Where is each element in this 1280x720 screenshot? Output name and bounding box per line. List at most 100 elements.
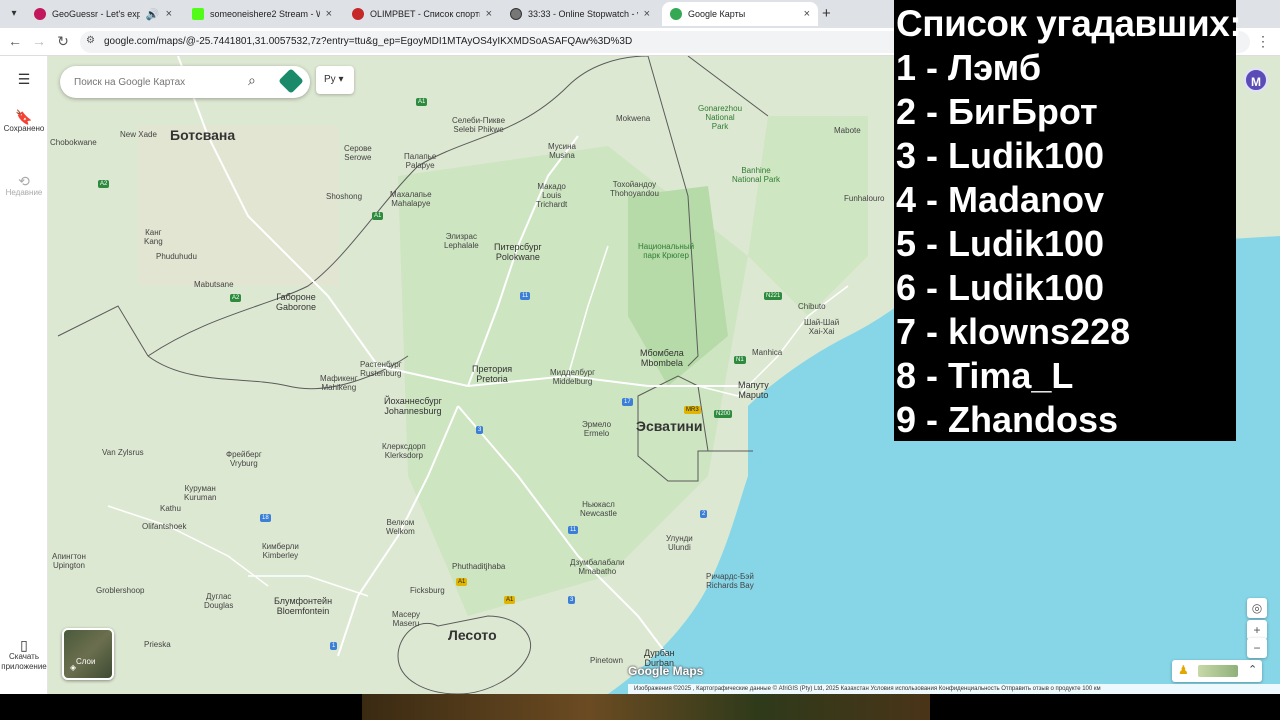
phone-icon: ▯ (20, 637, 28, 653)
zoom-in-button[interactable]: + (1247, 620, 1267, 640)
map-label-bloemfontein[interactable]: Блумфонтейн Bloemfontein (274, 596, 332, 616)
map-label-chibuto[interactable]: Chibuto (798, 302, 826, 311)
search-icon[interactable]: ⌕ (248, 72, 256, 89)
map-label-kuruman[interactable]: Куруман Kuruman (184, 484, 216, 502)
tab-search-chevron-icon[interactable]: ▾ (6, 6, 22, 22)
road-shield: 11 (568, 526, 579, 534)
tab-geoguessr[interactable]: GeoGuessr - Let's explore th 🔊 × (26, 2, 180, 26)
map-label-richards-bay[interactable]: Ричардс-Бэй Richards Bay (706, 572, 754, 590)
map-label-newcastle[interactable]: Ньюкасл Newcastle (580, 500, 617, 518)
map-label-van-zylsrus[interactable]: Van Zylsrus (102, 448, 144, 457)
road-shield: 1 (330, 642, 338, 650)
map-label-olifantshoek[interactable]: Olifantshoek (142, 522, 186, 531)
map-label-pinetown[interactable]: Pinetown (590, 656, 623, 665)
tab-stream[interactable]: someoneishere2 Stream - Watc × (184, 2, 340, 26)
map-label-mahalapye[interactable]: Махалапье Mahalapye (390, 190, 432, 208)
map-label-phuthaditjhaba[interactable]: Phuthaditjhaba (452, 562, 505, 571)
map-label-middelburg[interactable]: Мидделбург Middelburg (550, 368, 595, 386)
map-label-manhica[interactable]: Manhica (752, 348, 782, 357)
map-label-gaborone[interactable]: Габороне Gaborone (276, 292, 316, 312)
map-label-polokwane[interactable]: Питерсбург Polokwane (494, 242, 542, 262)
map-label-mabutsane[interactable]: Mabutsane (194, 280, 234, 289)
reload-icon[interactable]: ↻ (54, 33, 72, 50)
map-label-mmabatho[interactable]: Дзумбалабали Mmabatho (570, 558, 625, 576)
tab-olimpbet[interactable]: OLIMPBET - Список спортивн × (344, 2, 500, 26)
list-item: 5 - Ludik100 (896, 223, 1105, 264)
download-app-button[interactable]: ▯ Скачать приложение (0, 637, 48, 672)
map-label-groblershoop[interactable]: Groblershoop (96, 586, 144, 595)
map-label-johannesburg[interactable]: Йоханнесбург Johannesburg (384, 396, 442, 416)
map-label-musina[interactable]: Мусина Musina (548, 142, 576, 160)
map-label-selebi-phikwe[interactable]: Селеби-Пикве Selebi Phikwe (452, 116, 505, 134)
map-label-louis-trichardt[interactable]: Макадо Louis Trichardt (536, 182, 567, 209)
tab-stopwatch[interactable]: 33:33 - Online Stopwatch - vCl × (502, 2, 658, 26)
map-label-ulundi[interactable]: Улунди Ulundi (666, 534, 693, 552)
map-label-thohoyandou[interactable]: Тохойандоу Thohoyandou (610, 180, 659, 198)
map-label-mokwena[interactable]: Mokwena (616, 114, 650, 123)
map-label-palapye[interactable]: Палапье Palapye (404, 152, 436, 170)
overlay-heading: Список угадавших: (896, 3, 1242, 44)
tab-close-icon[interactable]: × (644, 8, 650, 20)
map-label-ermelo[interactable]: Эрмело Ermelo (582, 420, 611, 438)
map-label-mahikeng[interactable]: Мафикенг Mahikeng (320, 374, 358, 392)
map-label-kimberley[interactable]: Кимберли Kimberley (262, 542, 299, 560)
language-button[interactable]: Ру ▾ (316, 66, 354, 94)
expand-chevron-icon[interactable]: ⌃ (1248, 663, 1257, 676)
tab-close-icon[interactable]: × (804, 8, 810, 20)
map-label-phuduhudu[interactable]: Phuduhudu (156, 252, 197, 261)
google-maps-favicon-icon (670, 8, 682, 20)
map-label-chobokwane[interactable]: Chobokwane (50, 138, 97, 147)
new-tab-button[interactable]: + (822, 5, 831, 22)
search-input[interactable] (74, 74, 244, 90)
browser-menu-icon[interactable]: ⋮ (1256, 33, 1270, 50)
map-label-welkom[interactable]: Велком Welkom (386, 518, 415, 536)
map-label-kang[interactable]: Канг Kang (144, 228, 163, 246)
map-label-botswana[interactable]: Ботсвана (170, 128, 235, 142)
layers-button[interactable]: ◈ Слои (62, 628, 114, 680)
back-arrow-icon[interactable]: ← (6, 33, 24, 49)
map-label-maputo[interactable]: Мапуту Maputo (738, 380, 769, 400)
map-label-ficksburg[interactable]: Ficksburg (410, 586, 445, 595)
directions-icon[interactable] (278, 68, 304, 94)
map-label-eswatini[interactable]: Эсватини (636, 419, 702, 433)
street-view-control[interactable]: ♟ ⌃ (1172, 660, 1262, 682)
url-text[interactable]: google.com/maps/@-25.7441801,31.0057532,… (104, 36, 632, 47)
tab-audio-icon[interactable]: 🔊 (146, 8, 160, 21)
map-label-mbombela[interactable]: Мбомбела Mbombela (640, 348, 684, 368)
map-label-pretoria[interactable]: Претория Pretoria (472, 364, 512, 384)
recent-button[interactable]: ⟲ Недавние (0, 174, 48, 198)
map-label-klerksdorp[interactable]: Клерксдорп Klerksdorp (382, 442, 426, 460)
map-label-lesotho[interactable]: Лесото (448, 628, 497, 642)
map-label-prieska[interactable]: Prieska (144, 640, 171, 649)
map-label-kathu[interactable]: Kathu (160, 504, 181, 513)
menu-button[interactable]: ☰ (0, 72, 48, 86)
map-label-mabote[interactable]: Mabote (834, 126, 861, 135)
map-label-vryburg[interactable]: Фрейберг Vryburg (226, 450, 262, 468)
map-footer[interactable]: Изображения ©2025 , Картографические дан… (628, 684, 1280, 694)
tab-close-icon[interactable]: × (166, 8, 172, 20)
map-label-gonarezhou-park[interactable]: Gonarezhou National Park (698, 104, 742, 131)
map-label-banhine-park[interactable]: Banhine National Park (732, 166, 780, 184)
imagery-thumbnail[interactable] (1198, 665, 1238, 677)
map-label-funhalouro[interactable]: Funhalouro (844, 194, 884, 203)
map-label-kruger-park[interactable]: Национальный парк Крюгер (638, 242, 694, 260)
map-label-serowe[interactable]: Серове Serowe (344, 144, 372, 162)
tab-google-maps[interactable]: Google Карты × (662, 2, 818, 26)
forward-arrow-icon[interactable]: → (30, 33, 48, 49)
zoom-out-button[interactable]: − (1247, 638, 1267, 658)
map-label-xai-xai[interactable]: Шай-Шай Xai-Xai (804, 318, 839, 336)
pegman-icon[interactable]: ♟ (1178, 663, 1189, 677)
saved-button[interactable]: 🔖 Сохранено (0, 110, 48, 134)
tab-close-icon[interactable]: × (326, 8, 332, 20)
map-label-douglas[interactable]: Дуглас Douglas (204, 592, 233, 610)
map-label-upington[interactable]: Апингтон Upington (52, 552, 86, 570)
map-label-rustenburg[interactable]: Растенбург Rustenburg (360, 360, 402, 378)
avatar[interactable]: M (1244, 68, 1268, 92)
map-label-maseru[interactable]: Масеру Maseru (392, 610, 420, 628)
site-info-icon[interactable]: ⚙ (86, 35, 95, 46)
my-location-icon[interactable]: ◎ (1247, 598, 1267, 618)
map-label-lephalale[interactable]: Элизрас Lephalale (444, 232, 479, 250)
map-label-shoshong[interactable]: Shoshong (326, 192, 362, 201)
map-label-new-xade[interactable]: New Xade (120, 130, 157, 139)
tab-close-icon[interactable]: × (486, 8, 492, 20)
